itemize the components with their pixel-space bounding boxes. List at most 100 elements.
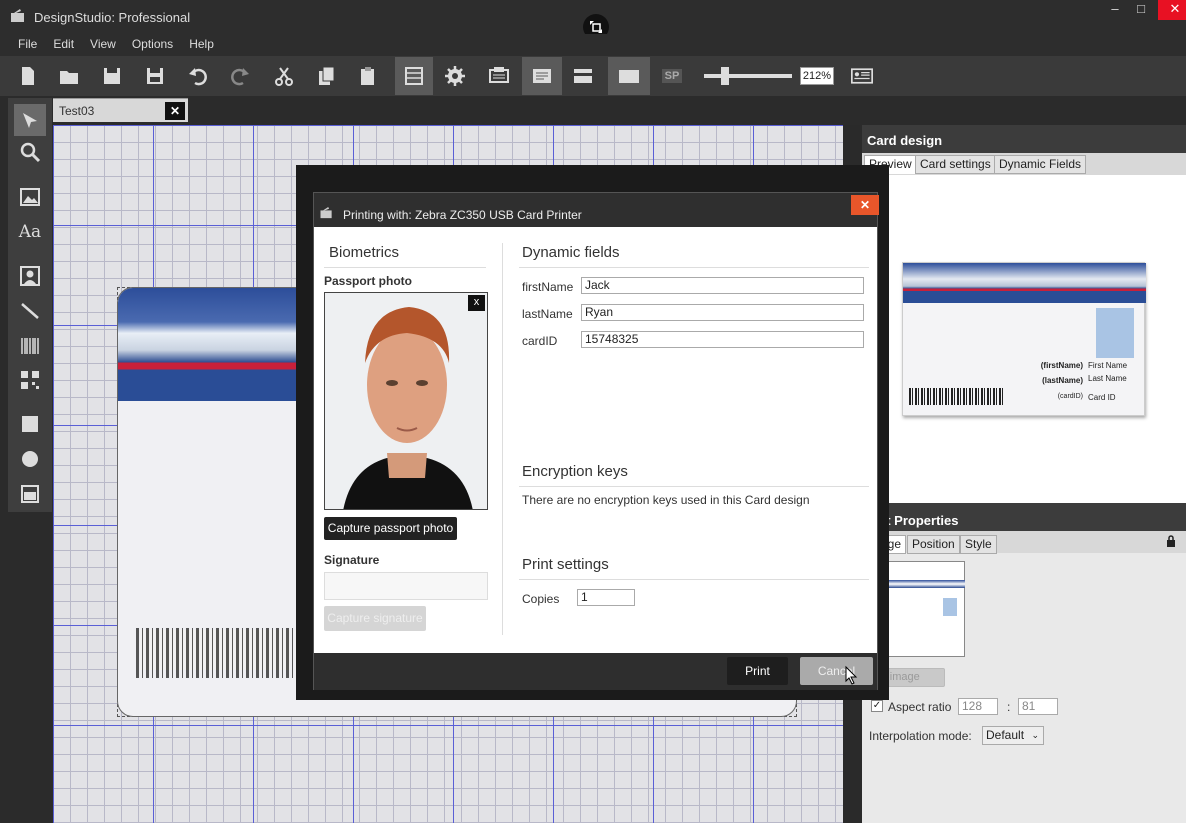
aspect-width-input[interactable]: 128 xyxy=(958,698,998,715)
print-button[interactable]: Print xyxy=(727,657,788,685)
dialog-close-button[interactable]: ✕ xyxy=(851,195,879,215)
redo-button[interactable] xyxy=(223,61,257,91)
biometrics-heading: Biometrics xyxy=(329,244,400,261)
save-as-button[interactable] xyxy=(138,61,172,91)
dynamic-fields-heading: Dynamic fields xyxy=(522,244,620,261)
new-button[interactable] xyxy=(11,61,45,91)
settings-button[interactable] xyxy=(438,61,472,91)
circle-icon xyxy=(22,451,38,467)
capture-passport-photo-button[interactable]: Capture passport photo xyxy=(324,517,457,540)
lastname-label: lastName xyxy=(522,307,573,321)
menu-help[interactable]: Help xyxy=(181,34,222,54)
app-logo-icon xyxy=(320,207,332,219)
aspect-ratio-checkbox[interactable]: ✓ xyxy=(871,700,883,712)
rectangle-tool[interactable] xyxy=(14,408,46,440)
paste-icon xyxy=(361,67,374,85)
menu-edit[interactable]: Edit xyxy=(45,34,82,54)
remove-photo-button[interactable]: x xyxy=(468,295,485,311)
sp-button[interactable]: SP xyxy=(655,61,689,91)
new-file-icon xyxy=(22,67,34,85)
redo-icon xyxy=(231,68,249,86)
menu-file[interactable]: File xyxy=(10,34,45,54)
card-design-title: Card design xyxy=(867,133,943,148)
tab-style[interactable]: Style xyxy=(960,535,997,554)
card-front-icon xyxy=(533,69,551,83)
qr-tool[interactable] xyxy=(14,364,46,396)
grid-toggle-button[interactable] xyxy=(395,57,433,95)
menu-bar: File Edit View Options Help xyxy=(0,34,1186,56)
encryption-keys-text: There are no encryption keys used in thi… xyxy=(522,493,810,507)
undo-button[interactable] xyxy=(181,61,215,91)
preview-barcode xyxy=(909,388,1004,405)
interpolation-value: Default xyxy=(986,728,1025,742)
reset-image-button[interactable]: Reset image xyxy=(887,668,945,687)
firstname-input[interactable]: Jack xyxy=(581,277,864,294)
cardid-label: cardID xyxy=(522,334,558,348)
card-preview: (firstName) First Name (lastName) Last N… xyxy=(902,262,1146,416)
save-as-icon xyxy=(147,68,163,84)
text-tool[interactable]: Aa xyxy=(14,216,46,248)
card-print-icon xyxy=(489,67,509,83)
line-tool[interactable] xyxy=(14,295,46,327)
aspect-ratio-label: Aspect ratio xyxy=(888,700,952,714)
sp-label: SP xyxy=(661,69,683,83)
preview-field-cardid: (cardID) xyxy=(1057,393,1083,400)
capture-signature-button[interactable]: Capture signature xyxy=(324,606,426,631)
folder-icon xyxy=(60,71,78,84)
tab-position[interactable]: Position xyxy=(907,535,960,554)
cardid-input[interactable]: 15748325 xyxy=(581,331,864,348)
lock-icon[interactable] xyxy=(1166,535,1176,547)
close-tab-button[interactable]: ✕ xyxy=(165,102,185,120)
preview-label-lastname: Last Name xyxy=(1088,374,1127,383)
signature-label: Signature xyxy=(324,553,380,567)
blank-card-button[interactable] xyxy=(608,57,650,95)
scissors-icon xyxy=(275,67,293,86)
dialog-title-bar: Printing with: Zebra ZC350 USB Card Prin… xyxy=(314,193,879,227)
aspect-height-input[interactable]: 81 xyxy=(1018,698,1058,715)
print-preview-button[interactable] xyxy=(482,61,516,91)
zoom-slider[interactable] xyxy=(704,67,792,85)
menu-options[interactable]: Options xyxy=(124,34,181,54)
encryption-divider xyxy=(519,486,869,487)
lastname-input[interactable]: Ryan xyxy=(581,304,864,321)
blank-card-icon xyxy=(619,70,639,83)
barcode-icon xyxy=(21,338,39,354)
image-tool[interactable] xyxy=(14,181,46,213)
close-window-button[interactable]: ✕ xyxy=(1158,0,1186,20)
tab-card-settings[interactable]: Card settings xyxy=(915,155,996,174)
print-settings-heading: Print settings xyxy=(522,556,609,573)
barcode-tool[interactable] xyxy=(14,330,46,362)
zoom-tool[interactable] xyxy=(14,136,46,168)
copies-input[interactable]: 1 xyxy=(577,589,635,606)
photo-tool[interactable] xyxy=(14,260,46,292)
cancel-button[interactable]: Cancel xyxy=(800,657,873,685)
zoom-value[interactable]: 212% xyxy=(800,67,834,85)
layers-icon xyxy=(21,485,39,503)
magnifier-icon xyxy=(20,142,41,163)
preview-label-firstname: First Name xyxy=(1088,361,1128,370)
save-icon xyxy=(104,68,120,84)
open-button[interactable] xyxy=(52,61,86,91)
layers-tool[interactable] xyxy=(14,478,46,510)
cut-button[interactable] xyxy=(267,61,301,91)
zoom-slider-thumb[interactable] xyxy=(721,67,729,85)
passport-photo xyxy=(324,292,488,510)
tab-dynamic-fields[interactable]: Dynamic Fields xyxy=(994,155,1087,174)
ellipse-tool[interactable] xyxy=(14,443,46,475)
copy-button[interactable] xyxy=(309,61,343,91)
card-back-button[interactable] xyxy=(566,61,600,91)
card-front-button[interactable] xyxy=(522,57,562,95)
card-back-icon xyxy=(574,69,592,83)
save-button[interactable] xyxy=(95,61,129,91)
line-icon xyxy=(21,303,39,319)
menu-view[interactable]: View xyxy=(82,34,124,54)
qr-code-icon xyxy=(21,371,39,389)
biometrics-divider xyxy=(324,267,486,268)
signature-area[interactable] xyxy=(324,572,488,600)
select-tool[interactable] xyxy=(14,104,46,136)
card-info-button[interactable] xyxy=(845,61,879,91)
print-dialog: Printing with: Zebra ZC350 USB Card Prin… xyxy=(313,192,879,690)
paste-button[interactable] xyxy=(351,61,385,91)
maximize-button[interactable]: □ xyxy=(1124,0,1158,20)
interpolation-select[interactable]: Default ⌄ xyxy=(982,726,1044,745)
